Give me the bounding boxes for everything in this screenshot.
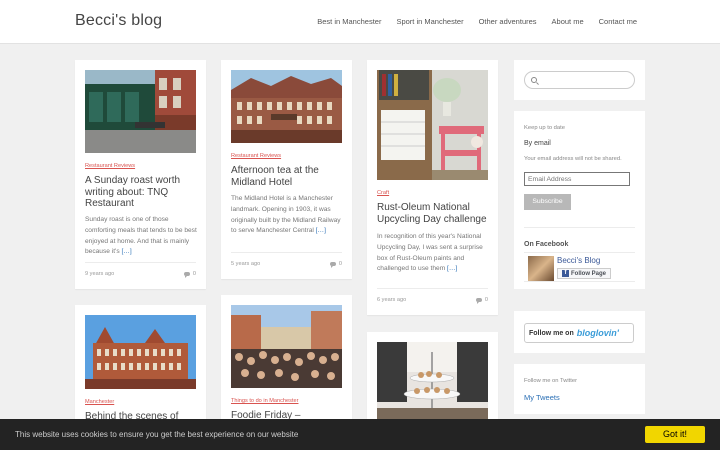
- facebook-follow-label: Follow Page: [571, 270, 607, 277]
- post-category[interactable]: Things to do in Manchester: [231, 398, 298, 404]
- comment-count[interactable]: 0: [183, 271, 196, 278]
- post-excerpt: In recognition of this year's National U…: [377, 232, 489, 275]
- subscribe-by-email-label: By email: [524, 140, 551, 147]
- post-excerpt: Sunday roast is one of those comforting …: [85, 215, 197, 258]
- comment-count-value: 0: [338, 261, 342, 267]
- twitter-link[interactable]: My Tweets: [524, 393, 560, 402]
- email-field[interactable]: [524, 172, 630, 186]
- post-category[interactable]: Restaurant Reviews: [85, 163, 135, 169]
- comment-count-value: 0: [484, 297, 488, 303]
- main-nav: Best in Manchester Sport in Manchester O…: [317, 17, 637, 26]
- post-image-upcycled-furniture[interactable]: [377, 70, 488, 180]
- read-more-link[interactable]: […]: [447, 265, 457, 272]
- nav-best-in-manchester[interactable]: Best in Manchester: [317, 17, 381, 26]
- post-date: 6 years ago: [377, 297, 407, 303]
- search-input[interactable]: [524, 71, 635, 89]
- comment-count-value: 0: [192, 271, 196, 277]
- facebook-page-widget[interactable]: Becci's Blog f Follow Page: [524, 252, 635, 282]
- subscribe-heading: Keep up to date: [524, 125, 565, 131]
- cookie-accept-button[interactable]: Got it!: [645, 426, 705, 443]
- comment-count[interactable]: 0: [329, 261, 342, 268]
- bloglovin-follow-button[interactable]: Follow me on bloglovin': [524, 323, 634, 343]
- divider: [377, 288, 488, 289]
- post-title[interactable]: A Sunday roast worth writing about: TNQ …: [85, 175, 197, 210]
- search-widget: [514, 60, 645, 100]
- post-excerpt-text: Sunday roast is one of those comforting …: [85, 216, 197, 256]
- divider: [524, 227, 635, 228]
- comment-icon: [329, 261, 336, 268]
- cookie-banner: This website uses cookies to ensure you …: [0, 419, 720, 450]
- post-card: Craft Rust-Oleum National Upcycling Day …: [367, 60, 498, 315]
- comment-count[interactable]: 0: [475, 297, 488, 304]
- post-image-red-brick-building[interactable]: [85, 315, 196, 389]
- read-more-link[interactable]: […]: [316, 227, 326, 234]
- twitter-heading: Follow me on Twitter: [524, 378, 578, 384]
- nav-contact-me[interactable]: Contact me: [599, 17, 637, 26]
- bloglovin-logo: bloglovin': [576, 328, 619, 338]
- post-category[interactable]: Craft: [377, 190, 389, 196]
- post-excerpt: The Midland Hotel is a Manchester landma…: [231, 194, 343, 237]
- post-category[interactable]: Manchester: [85, 399, 114, 405]
- comment-icon: [475, 297, 482, 304]
- post-title[interactable]: Rust-Oleum National Upcycling Day challe…: [377, 202, 489, 225]
- nav-sport-in-manchester[interactable]: Sport in Manchester: [396, 17, 463, 26]
- nav-other-adventures[interactable]: Other adventures: [479, 17, 537, 26]
- post-excerpt-text: In recognition of this year's National U…: [377, 233, 483, 273]
- email-privacy-note: Your email address will not be shared.: [524, 156, 622, 162]
- post-image-restaurant-front[interactable]: [85, 70, 196, 153]
- bloglovin-prefix: Follow me on: [529, 329, 574, 337]
- twitter-widget: Follow me on Twitter My Tweets: [514, 364, 645, 414]
- bloglovin-widget: Follow me on bloglovin': [514, 311, 645, 353]
- site-header: Becci's blog Best in Manchester Sport in…: [0, 0, 720, 44]
- post-image-afternoon-tea-stand[interactable]: [377, 342, 488, 422]
- divider: [85, 262, 196, 263]
- post-date: 5 years ago: [231, 261, 261, 267]
- facebook-heading: On Facebook: [524, 241, 569, 248]
- facebook-icon: f: [562, 270, 569, 277]
- post-image-midland-hotel[interactable]: [231, 70, 342, 143]
- read-more-link[interactable]: […]: [121, 248, 131, 255]
- search-icon: [531, 77, 537, 83]
- facebook-avatar: [528, 256, 554, 281]
- subscribe-widget: Keep up to date By email Your email addr…: [514, 111, 645, 289]
- post-image-food-market-crowd[interactable]: [231, 305, 342, 388]
- post-card: Restaurant Reviews Afternoon tea at the …: [221, 60, 352, 279]
- post-date: 9 years ago: [85, 271, 115, 277]
- site-title[interactable]: Becci's blog: [75, 12, 162, 30]
- subscribe-button[interactable]: Subscribe: [524, 194, 571, 210]
- nav-about-me[interactable]: About me: [552, 17, 584, 26]
- divider: [231, 252, 342, 253]
- post-category[interactable]: Restaurant Reviews: [231, 153, 281, 159]
- post-title[interactable]: Afternoon tea at the Midland Hotel: [231, 165, 343, 188]
- facebook-follow-button[interactable]: f Follow Page: [557, 268, 612, 279]
- comment-icon: [183, 271, 190, 278]
- post-card: Restaurant Reviews A Sunday roast worth …: [75, 60, 206, 289]
- facebook-page-name[interactable]: Becci's Blog: [557, 256, 600, 265]
- cookie-message: This website uses cookies to ensure you …: [15, 430, 299, 439]
